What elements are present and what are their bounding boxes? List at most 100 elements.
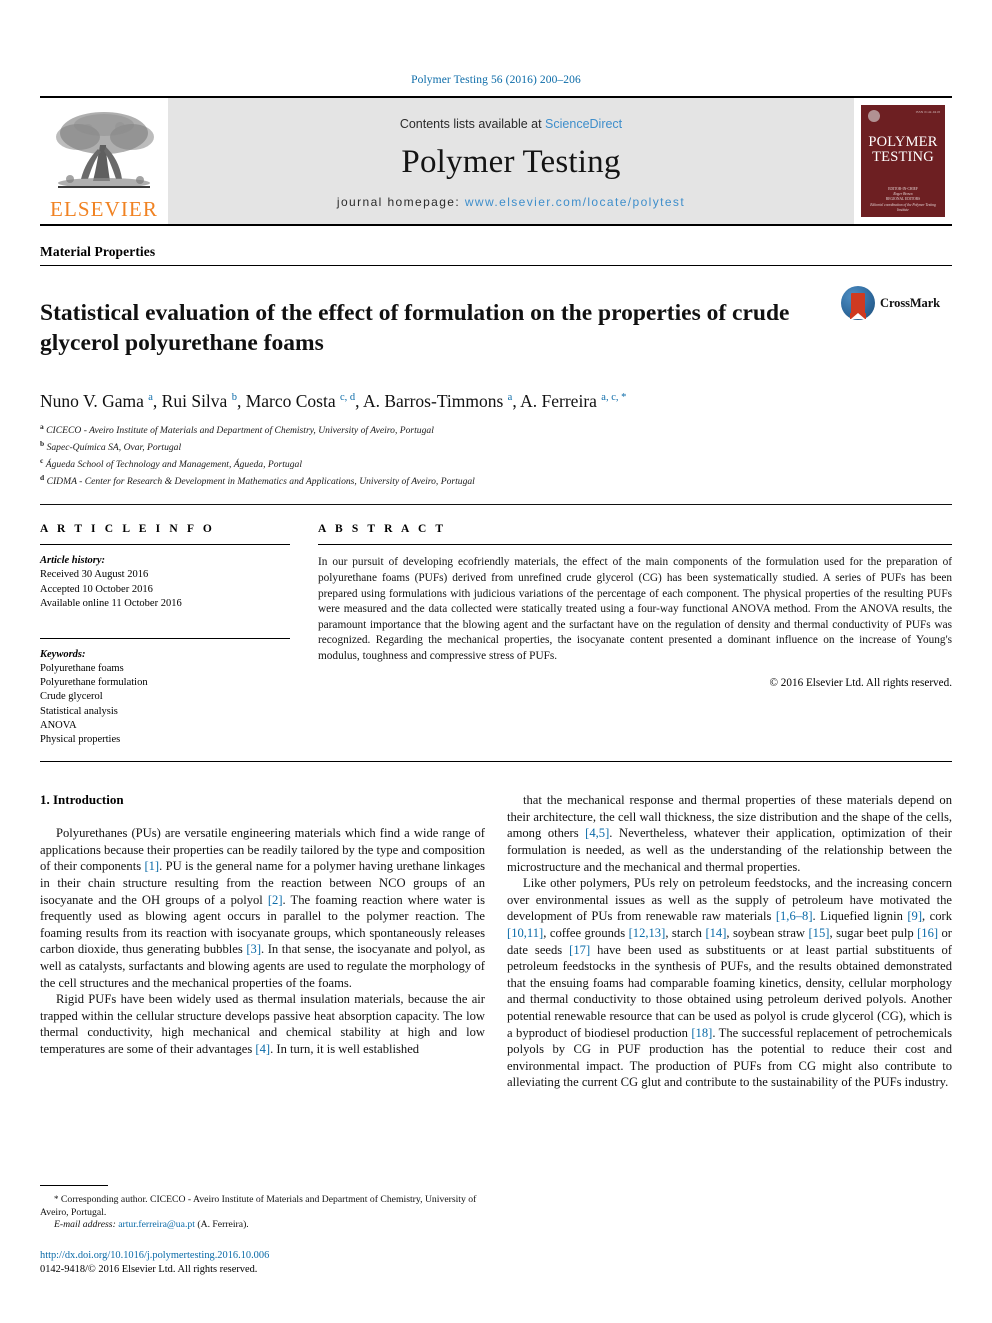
article-history-list: Received 30 August 2016 Accepted 10 Octob… xyxy=(40,568,290,611)
cover-meta-line4: Editorial coordination of the Polymer Te… xyxy=(870,202,936,212)
footnote-region: * Corresponding author. CICECO - Aveiro … xyxy=(40,1185,480,1277)
elsevier-tree-icon xyxy=(48,107,160,199)
author-name[interactable]: A. Barros-Timmons xyxy=(363,391,508,411)
affiliation-item: d CIDMA - Center for Research & Developm… xyxy=(40,472,475,487)
author-affiliation-marker: a, c, * xyxy=(601,392,627,404)
abstract-divider xyxy=(318,544,952,546)
author-name[interactable]: Marco Costa xyxy=(246,391,340,411)
abstract-column: A B S T R A C T In our pursuit of develo… xyxy=(312,523,952,747)
affiliation-marker: a xyxy=(40,422,44,432)
article-section-label: Material Properties xyxy=(40,244,156,259)
cover-title: POLYMER TESTING xyxy=(868,135,937,165)
article-history-item: Received 30 August 2016 xyxy=(40,569,149,581)
right-column-paragraphs: that the mechanical response and thermal… xyxy=(507,792,952,1091)
citation-link[interactable]: [4] xyxy=(255,1042,270,1056)
author-name[interactable]: Nuno V. Gama xyxy=(40,391,148,411)
affiliation-marker: d xyxy=(40,472,45,482)
cover-title-line1: POLYMER xyxy=(868,134,938,150)
info-abstract-region: A R T I C L E I N F O Article history: R… xyxy=(40,523,952,747)
affiliation-item: a CICECO - Aveiro Institute of Materials… xyxy=(40,422,434,437)
affiliation-marker: c xyxy=(40,455,44,465)
citation-link[interactable]: [17] xyxy=(569,943,590,957)
journal-homepage-link[interactable]: www.elsevier.com/locate/polytest xyxy=(465,195,685,209)
journal-band: Contents lists available at ScienceDirec… xyxy=(168,98,854,224)
corresponding-author-text: Corresponding author. CICECO - Aveiro In… xyxy=(40,1194,477,1218)
article-history-item: Available online 11 October 2016 xyxy=(40,597,182,609)
citation-link[interactable]: [14] xyxy=(705,926,726,940)
citation-link[interactable]: [4,5] xyxy=(585,826,609,840)
author-affiliation-marker: c, d xyxy=(339,392,356,404)
article-history-label: Article history: xyxy=(40,555,106,567)
abstract-bottom-divider xyxy=(40,761,952,763)
article-info-divider-mid xyxy=(40,638,290,640)
abstract-text: In our pursuit of developing ecofriendly… xyxy=(318,556,952,662)
author-name[interactable]: Rui Silva xyxy=(162,391,232,411)
page-title: Statistical evaluation of the effect of … xyxy=(40,299,790,356)
body-paragraph: Like other polymers, PUs rely on petrole… xyxy=(507,876,953,1090)
keyword-item[interactable]: Statistical analysis xyxy=(40,705,290,719)
cover-issn: ISSN 0142-9418 xyxy=(915,110,940,114)
article-info-heading: A R T I C L E I N F O xyxy=(40,523,215,536)
left-column-paragraphs: Polyurethanes (PUs) are versatile engine… xyxy=(40,825,485,1057)
crossmark-label: CrossMark xyxy=(880,295,940,310)
journal-cover-image: ISSN 0142-9418 POLYMER TESTING EDITOR-IN… xyxy=(861,105,945,217)
citation-link[interactable]: [3] xyxy=(246,942,261,956)
citation-link[interactable]: [16] xyxy=(917,926,938,940)
cover-meta: EDITOR-IN-CHIEF Roger Brown REGIONAL EDI… xyxy=(864,187,942,213)
author-affiliation-marker: b xyxy=(231,392,237,404)
article-info-column: A R T I C L E I N F O Article history: R… xyxy=(40,523,312,747)
email-label: E-mail address: xyxy=(54,1219,116,1231)
journal-title: Polymer Testing xyxy=(401,144,621,180)
citation-link[interactable]: [10,11] xyxy=(507,926,543,940)
footnote-star: * xyxy=(54,1194,59,1205)
author-list: Nuno V. Gama a, Rui Silva b, Marco Costa… xyxy=(40,391,627,412)
doi-link[interactable]: http://dx.doi.org/10.1016/j.polymertesti… xyxy=(40,1249,480,1263)
cover-elsevier-icon xyxy=(868,110,880,122)
body-paragraph: Polyurethanes (PUs) are versatile engine… xyxy=(40,826,486,990)
citation-link[interactable]: [9] xyxy=(907,909,922,923)
citation-link[interactable]: [2] xyxy=(268,893,283,907)
article-first-page: Polymer Testing 56 (2016) 200–206 ELSEVI… xyxy=(0,0,992,1323)
affiliation-marker: b xyxy=(40,439,45,449)
article-history-item: Accepted 10 October 2016 xyxy=(40,583,153,595)
keywords-label: Keywords: xyxy=(40,649,86,661)
keyword-item[interactable]: Polyurethane formulation xyxy=(40,676,290,690)
contents-available-line: Contents lists available at ScienceDirec… xyxy=(400,117,622,131)
sciencedirect-link[interactable]: ScienceDirect xyxy=(545,117,622,131)
journal-homepage-line: journal homepage: www.elsevier.com/locat… xyxy=(337,195,685,209)
header-divider xyxy=(40,504,952,506)
crossmark-icon xyxy=(841,286,876,320)
citation-link[interactable]: [18] xyxy=(691,1026,712,1040)
body-columns: 1. Introduction Polyurethanes (PUs) are … xyxy=(40,792,952,1091)
body-paragraph: Rigid PUFs have been widely used as ther… xyxy=(40,992,485,1056)
introduction-heading: 1. Introduction xyxy=(40,792,124,808)
keyword-item[interactable]: Polyurethane foams xyxy=(40,662,290,676)
author-affiliation-marker: a xyxy=(148,392,153,404)
body-column-left: 1. Introduction Polyurethanes (PUs) are … xyxy=(40,792,485,1091)
journal-cover-thumbnail[interactable]: ISSN 0142-9418 POLYMER TESTING EDITOR-IN… xyxy=(854,98,952,224)
keywords-list: Polyurethane foams Polyurethane formulati… xyxy=(40,662,290,747)
copyright-line: © 2016 Elsevier Ltd. All rights reserved… xyxy=(769,676,953,689)
citation-link[interactable]: [1,6–8] xyxy=(776,909,813,923)
crossmark-badge[interactable]: CrossMark xyxy=(830,282,940,320)
abstract-heading: A B S T R A C T xyxy=(318,523,447,536)
doi-block: http://dx.doi.org/10.1016/j.polymertesti… xyxy=(40,1249,480,1277)
affiliation-list: a CICECO - Aveiro Institute of Materials… xyxy=(40,421,952,488)
keyword-item[interactable]: ANOVA xyxy=(40,719,290,733)
citation-link[interactable]: [15] xyxy=(808,926,829,940)
corresponding-author-note: * Corresponding author. CICECO - Aveiro … xyxy=(40,1193,480,1219)
citation-link[interactable]: [12,13] xyxy=(629,926,666,940)
author-name[interactable]: A. Ferreira xyxy=(520,391,601,411)
keyword-item[interactable]: Crude glycerol xyxy=(40,690,290,704)
keyword-item[interactable]: Physical properties xyxy=(40,733,290,747)
author-affiliation-marker: a xyxy=(507,392,513,404)
article-info-divider-top xyxy=(40,544,290,546)
citation-link[interactable]: [1] xyxy=(144,859,159,873)
section-divider xyxy=(40,265,952,266)
email-note: E-mail address: artur.ferreira@ua.pt (A.… xyxy=(40,1219,480,1232)
title-block: Statistical evaluation of the effect of … xyxy=(40,282,952,373)
elsevier-wordmark: ELSEVIER xyxy=(50,197,158,221)
affiliation-item: b Sapec-Química SA, Ovar, Portugal xyxy=(40,439,182,454)
email-link[interactable]: artur.ferreira@ua.pt xyxy=(118,1219,195,1230)
email-owner: (A. Ferreira). xyxy=(197,1219,249,1231)
